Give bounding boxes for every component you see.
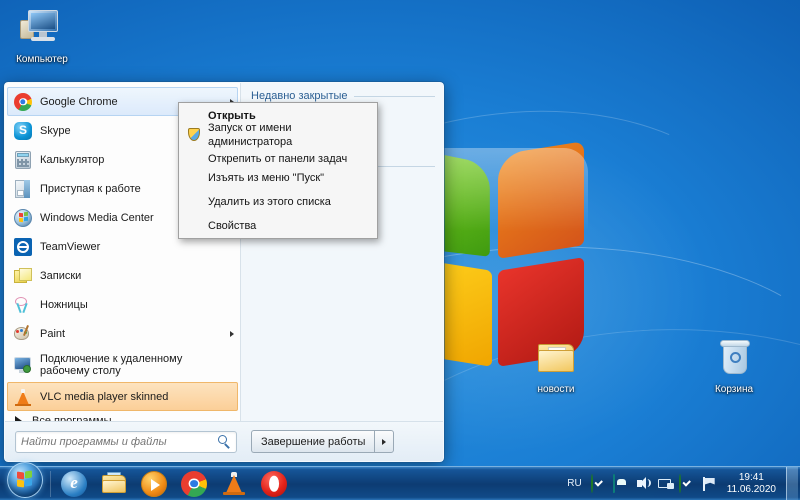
show-desktop-button[interactable] — [786, 466, 798, 500]
clock-date: 11.06.2020 — [726, 483, 776, 495]
search-icon[interactable] — [218, 435, 231, 449]
jump-list-header: Недавно закрытые — [251, 90, 435, 102]
shutdown-group[interactable]: Завершение работы — [251, 430, 395, 453]
context-menu-item-label: Запуск от имени администратора — [208, 121, 293, 148]
blank-icon — [187, 171, 201, 185]
context-menu[interactable]: Открыть Запуск от имени администратора О… — [178, 102, 378, 239]
clock[interactable]: 19:41 11.06.2020 — [721, 472, 784, 496]
opera-browser-icon — [261, 470, 287, 497]
start-menu-item-vlc[interactable]: VLC media player skinned — [7, 382, 238, 411]
desktop-icon-label: Корзина — [714, 384, 754, 395]
context-menu-item-run-as-administrator[interactable]: Запуск от имени администратора — [179, 122, 377, 148]
taskbar-button-opera[interactable] — [254, 469, 294, 499]
windows-logo-icon — [17, 470, 34, 488]
taskbar-button-windows-media-player[interactable] — [134, 469, 174, 499]
start-menu-item-label: TeamViewer — [40, 240, 101, 253]
context-menu-item-label: Изъять из меню "Пуск" — [208, 171, 325, 184]
search-box[interactable] — [15, 430, 237, 453]
taskbar[interactable]: RU 19:41 11.06.2020 — [0, 462, 800, 500]
desktop-icon-label: новости — [537, 384, 575, 395]
media-center-icon — [13, 208, 33, 228]
vlc-icon — [13, 387, 33, 407]
internet-explorer-icon — [61, 470, 87, 497]
context-menu-item-label: Свойства — [208, 219, 257, 232]
context-menu-item-remove-from-start-menu[interactable]: Изъять из меню "Пуск" — [179, 168, 377, 187]
desktop-icon-computer[interactable]: Компьютер — [4, 8, 80, 66]
language-indicator[interactable]: RU — [560, 478, 588, 489]
start-menu-item-remote-desktop[interactable]: Подключение к удаленному рабочему столу — [7, 348, 238, 382]
getting-started-icon — [13, 179, 33, 199]
start-menu-item-snipping-tool[interactable]: Ножницы — [7, 290, 238, 319]
start-button[interactable] — [1, 462, 47, 500]
blank-icon — [187, 109, 201, 123]
green-check-icon[interactable] — [590, 473, 609, 493]
taskbar-button-file-explorer[interactable] — [94, 469, 134, 499]
skype-icon: S — [13, 121, 33, 141]
taskbar-button-google-chrome[interactable] — [174, 469, 214, 499]
computer-icon — [18, 8, 66, 52]
jump-list-header-label: Недавно закрытые — [251, 90, 348, 102]
windows-media-player-icon — [141, 470, 167, 497]
start-menu-item-label: Подключение к удаленному рабочему столу — [40, 353, 183, 377]
teamviewer-icon — [13, 237, 33, 257]
start-menu-item-label: Записки — [40, 269, 82, 282]
taskbar-button-internet-explorer[interactable] — [54, 469, 94, 499]
context-menu-item-label: Открепить от панели задач — [208, 152, 348, 165]
blank-icon — [187, 152, 201, 166]
context-menu-item-properties[interactable]: Свойства — [179, 216, 377, 235]
shutdown-button[interactable]: Завершение работы — [251, 430, 375, 453]
vlc-media-player-icon — [221, 471, 247, 497]
blank-icon — [187, 219, 201, 233]
start-menu-item-label: Ножницы — [40, 298, 88, 311]
desktop-icon-news[interactable]: новости — [518, 338, 594, 396]
speaker-icon[interactable] — [635, 475, 653, 493]
snipping-tool-icon — [13, 295, 33, 315]
search-input[interactable] — [21, 435, 218, 448]
network-icon[interactable] — [657, 475, 675, 493]
shutdown-options-button[interactable] — [374, 430, 395, 453]
start-menu-item-paint[interactable]: Paint — [7, 319, 238, 348]
chevron-right-icon — [382, 438, 387, 445]
context-menu-item-unpin-from-taskbar[interactable]: Открепить от панели задач — [179, 149, 377, 168]
context-menu-item-remove-from-list[interactable]: Удалить из этого списка — [179, 192, 377, 211]
chat-bubble-icon[interactable] — [612, 473, 631, 493]
start-menu-item-label: Paint — [40, 327, 66, 340]
desktop-icon-label: Компьютер — [16, 54, 68, 65]
blank-icon — [187, 195, 201, 209]
start-menu-footer: Завершение работы — [5, 421, 443, 461]
clock-time: 19:41 — [738, 471, 764, 483]
desktop-icon-recycle-bin[interactable]: Корзина — [696, 338, 772, 396]
chevron-right-icon[interactable] — [230, 330, 234, 337]
start-menu-item-label: VLC media player skinned — [40, 390, 169, 403]
action-center-check-icon[interactable] — [678, 473, 697, 493]
system-tray[interactable]: RU 19:41 11.06.2020 — [560, 466, 800, 500]
flag-icon[interactable] — [701, 475, 719, 493]
calculator-icon — [13, 150, 33, 170]
paint-icon — [13, 324, 33, 344]
desktop[interactable]: Компьютер новости Корзина Google Chrome — [0, 0, 800, 500]
context-menu-item-label: Удалить из этого списка — [208, 195, 331, 208]
divider — [50, 470, 51, 497]
sticky-notes-icon — [13, 266, 33, 286]
folder-icon — [532, 338, 580, 382]
remote-desktop-icon — [13, 355, 33, 375]
google-chrome-icon — [181, 470, 207, 497]
recycle-bin-icon — [710, 338, 758, 382]
chrome-icon — [13, 92, 33, 112]
start-menu-item-sticky-notes[interactable]: Записки — [7, 261, 238, 290]
divider — [353, 95, 435, 97]
taskbar-button-vlc[interactable] — [214, 469, 254, 499]
shield-icon — [187, 127, 201, 142]
file-explorer-icon — [101, 471, 127, 497]
